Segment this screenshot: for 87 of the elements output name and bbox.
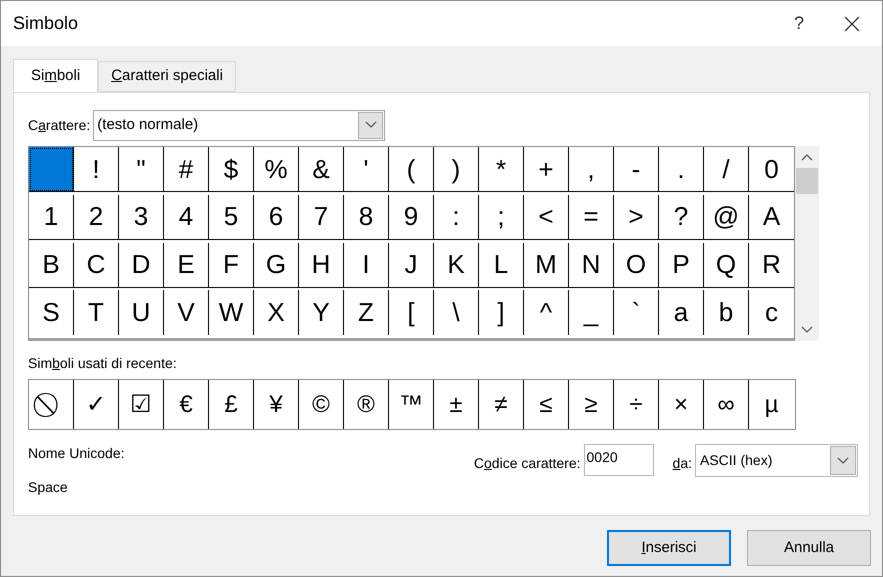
symbol-cell[interactable]: % — [254, 147, 299, 192]
chevron-down-icon — [801, 326, 813, 334]
font-label: Carattere: — [28, 116, 90, 134]
symbol-cell[interactable]: D — [119, 242, 164, 288]
symbol-cell[interactable]: G — [254, 242, 299, 288]
recent-symbol-cell[interactable]: ∞ — [704, 380, 749, 429]
recent-symbol-cell[interactable]: ✓ — [74, 380, 119, 429]
scrollbar-thumb[interactable] — [796, 168, 818, 194]
dialog-button[interactable]: Annulla — [747, 530, 871, 566]
close-icon — [844, 16, 860, 32]
from-label: da: — [672, 454, 692, 473]
symbol-cell[interactable]: ' — [344, 147, 389, 192]
recent-symbol-cell[interactable]: © — [299, 380, 344, 429]
recent-symbols-label: Simboli usati di recente: — [28, 354, 178, 373]
symbol-cell[interactable]: # — [164, 147, 209, 192]
help-button[interactable]: ? — [776, 1, 822, 46]
dialog-button[interactable]: Inserisci — [607, 530, 731, 566]
symbol-cell[interactable]: O — [614, 242, 659, 288]
window-title: Simbolo — [13, 12, 80, 35]
recent-symbol-cell[interactable]: ÷ — [614, 380, 659, 429]
symbol-cell[interactable]: = — [569, 194, 614, 240]
symbol-cell[interactable]: $ — [209, 147, 254, 192]
char-code-field[interactable]: 0020 — [584, 444, 654, 476]
symbol-cell[interactable]: ? — [659, 194, 704, 240]
symbol-cell[interactable]: : — [434, 194, 479, 240]
symbol-cell[interactable]: * — [479, 147, 524, 192]
symbol-cell[interactable]: - — [614, 147, 659, 192]
symbol-cell[interactable]: P — [659, 242, 704, 288]
symbol-cell[interactable]: 4 — [164, 194, 209, 240]
unicode-name-label: Nome Unicode: — [28, 444, 126, 463]
recent-symbol-cell[interactable]: ™ — [389, 380, 434, 429]
symbol-cell[interactable]: ! — [74, 147, 119, 192]
symbol-cell[interactable]: < — [524, 194, 569, 240]
recent-symbol-cell[interactable]: µ — [749, 380, 794, 429]
unicode-name-value: Space — [28, 478, 69, 497]
symbol-cell[interactable]: & — [299, 147, 344, 192]
recent-symbol-cell[interactable]: ≠ — [479, 380, 524, 429]
symbol-cell[interactable]: 2 — [74, 194, 119, 240]
symbol-cell[interactable]: 5 — [209, 194, 254, 240]
symbol-cell[interactable]: 6 — [254, 194, 299, 240]
symbol-cell[interactable]: @ — [704, 194, 749, 240]
symbol-cell[interactable]: 1 — [29, 194, 74, 240]
symbol-cell[interactable]: K — [434, 242, 479, 288]
symbol-cell[interactable]: 7 — [299, 194, 344, 240]
recent-symbol-cell[interactable]: ¥ — [254, 380, 299, 429]
symbol-cell[interactable]: F — [209, 242, 254, 288]
symbol-cell[interactable]: H — [299, 242, 344, 288]
symbol-cell[interactable]: > — [614, 194, 659, 240]
symbol-cell[interactable]: . — [659, 147, 704, 192]
symbol-cell[interactable]: / — [704, 147, 749, 192]
symbol-cell[interactable]: ( — [389, 147, 434, 192]
from-dropdown[interactable]: ASCII (hex) — [695, 444, 858, 477]
symbol-cell[interactable]: " — [119, 147, 164, 192]
symbol-cell[interactable]: Q — [704, 242, 749, 288]
chevron-down-icon — [364, 121, 377, 129]
symbol-cell[interactable]: J — [389, 242, 434, 288]
symbol-cell[interactable]: L — [479, 242, 524, 288]
char-code-label: Codice carattere: — [474, 454, 581, 473]
symbol-cell[interactable]: E — [164, 242, 209, 288]
symbol-cell[interactable]: I — [344, 242, 389, 288]
recent-symbol-cell[interactable]: £ — [209, 380, 254, 429]
chevron-up-icon — [801, 153, 813, 161]
tab[interactable]: Simboli — [13, 59, 98, 92]
symbol-cell[interactable]: ; — [479, 194, 524, 240]
tab[interactable]: Caratteri speciali — [98, 61, 236, 92]
recent-symbol-cell[interactable]: ® — [344, 380, 389, 429]
recent-symbol-cell[interactable]: ☑ — [119, 380, 164, 429]
recent-symbol-cell[interactable]: ⃠ — [29, 380, 74, 429]
symbol-cell[interactable]: 9 — [389, 194, 434, 240]
symbol-cell[interactable]: M — [524, 242, 569, 288]
symbol-cell[interactable]: + — [524, 147, 569, 192]
recent-symbol-cell[interactable]: € — [164, 380, 209, 429]
symbol-cell[interactable]: ) — [434, 147, 479, 192]
recent-symbol-cell[interactable]: ≤ — [524, 380, 569, 429]
symbol-cell[interactable]: 8 — [344, 194, 389, 240]
recent-symbol-cell[interactable]: ≥ — [569, 380, 614, 429]
recent-symbol-cell[interactable]: ± — [434, 380, 479, 429]
symbol-cell[interactable]: 3 — [119, 194, 164, 240]
scrollbar[interactable] — [795, 146, 819, 341]
font-dropdown[interactable]: (testo normale) — [93, 110, 386, 140]
symbol-cell[interactable]: C — [74, 242, 119, 288]
symbol-cell[interactable]: N — [569, 242, 614, 288]
symbol-cell[interactable] — [29, 147, 74, 192]
chevron-down-icon — [837, 456, 849, 464]
recent-symbol-cell[interactable]: × — [659, 380, 704, 429]
symbol-cell[interactable]: B — [29, 242, 74, 288]
symbol-cell[interactable]: , — [569, 147, 614, 192]
